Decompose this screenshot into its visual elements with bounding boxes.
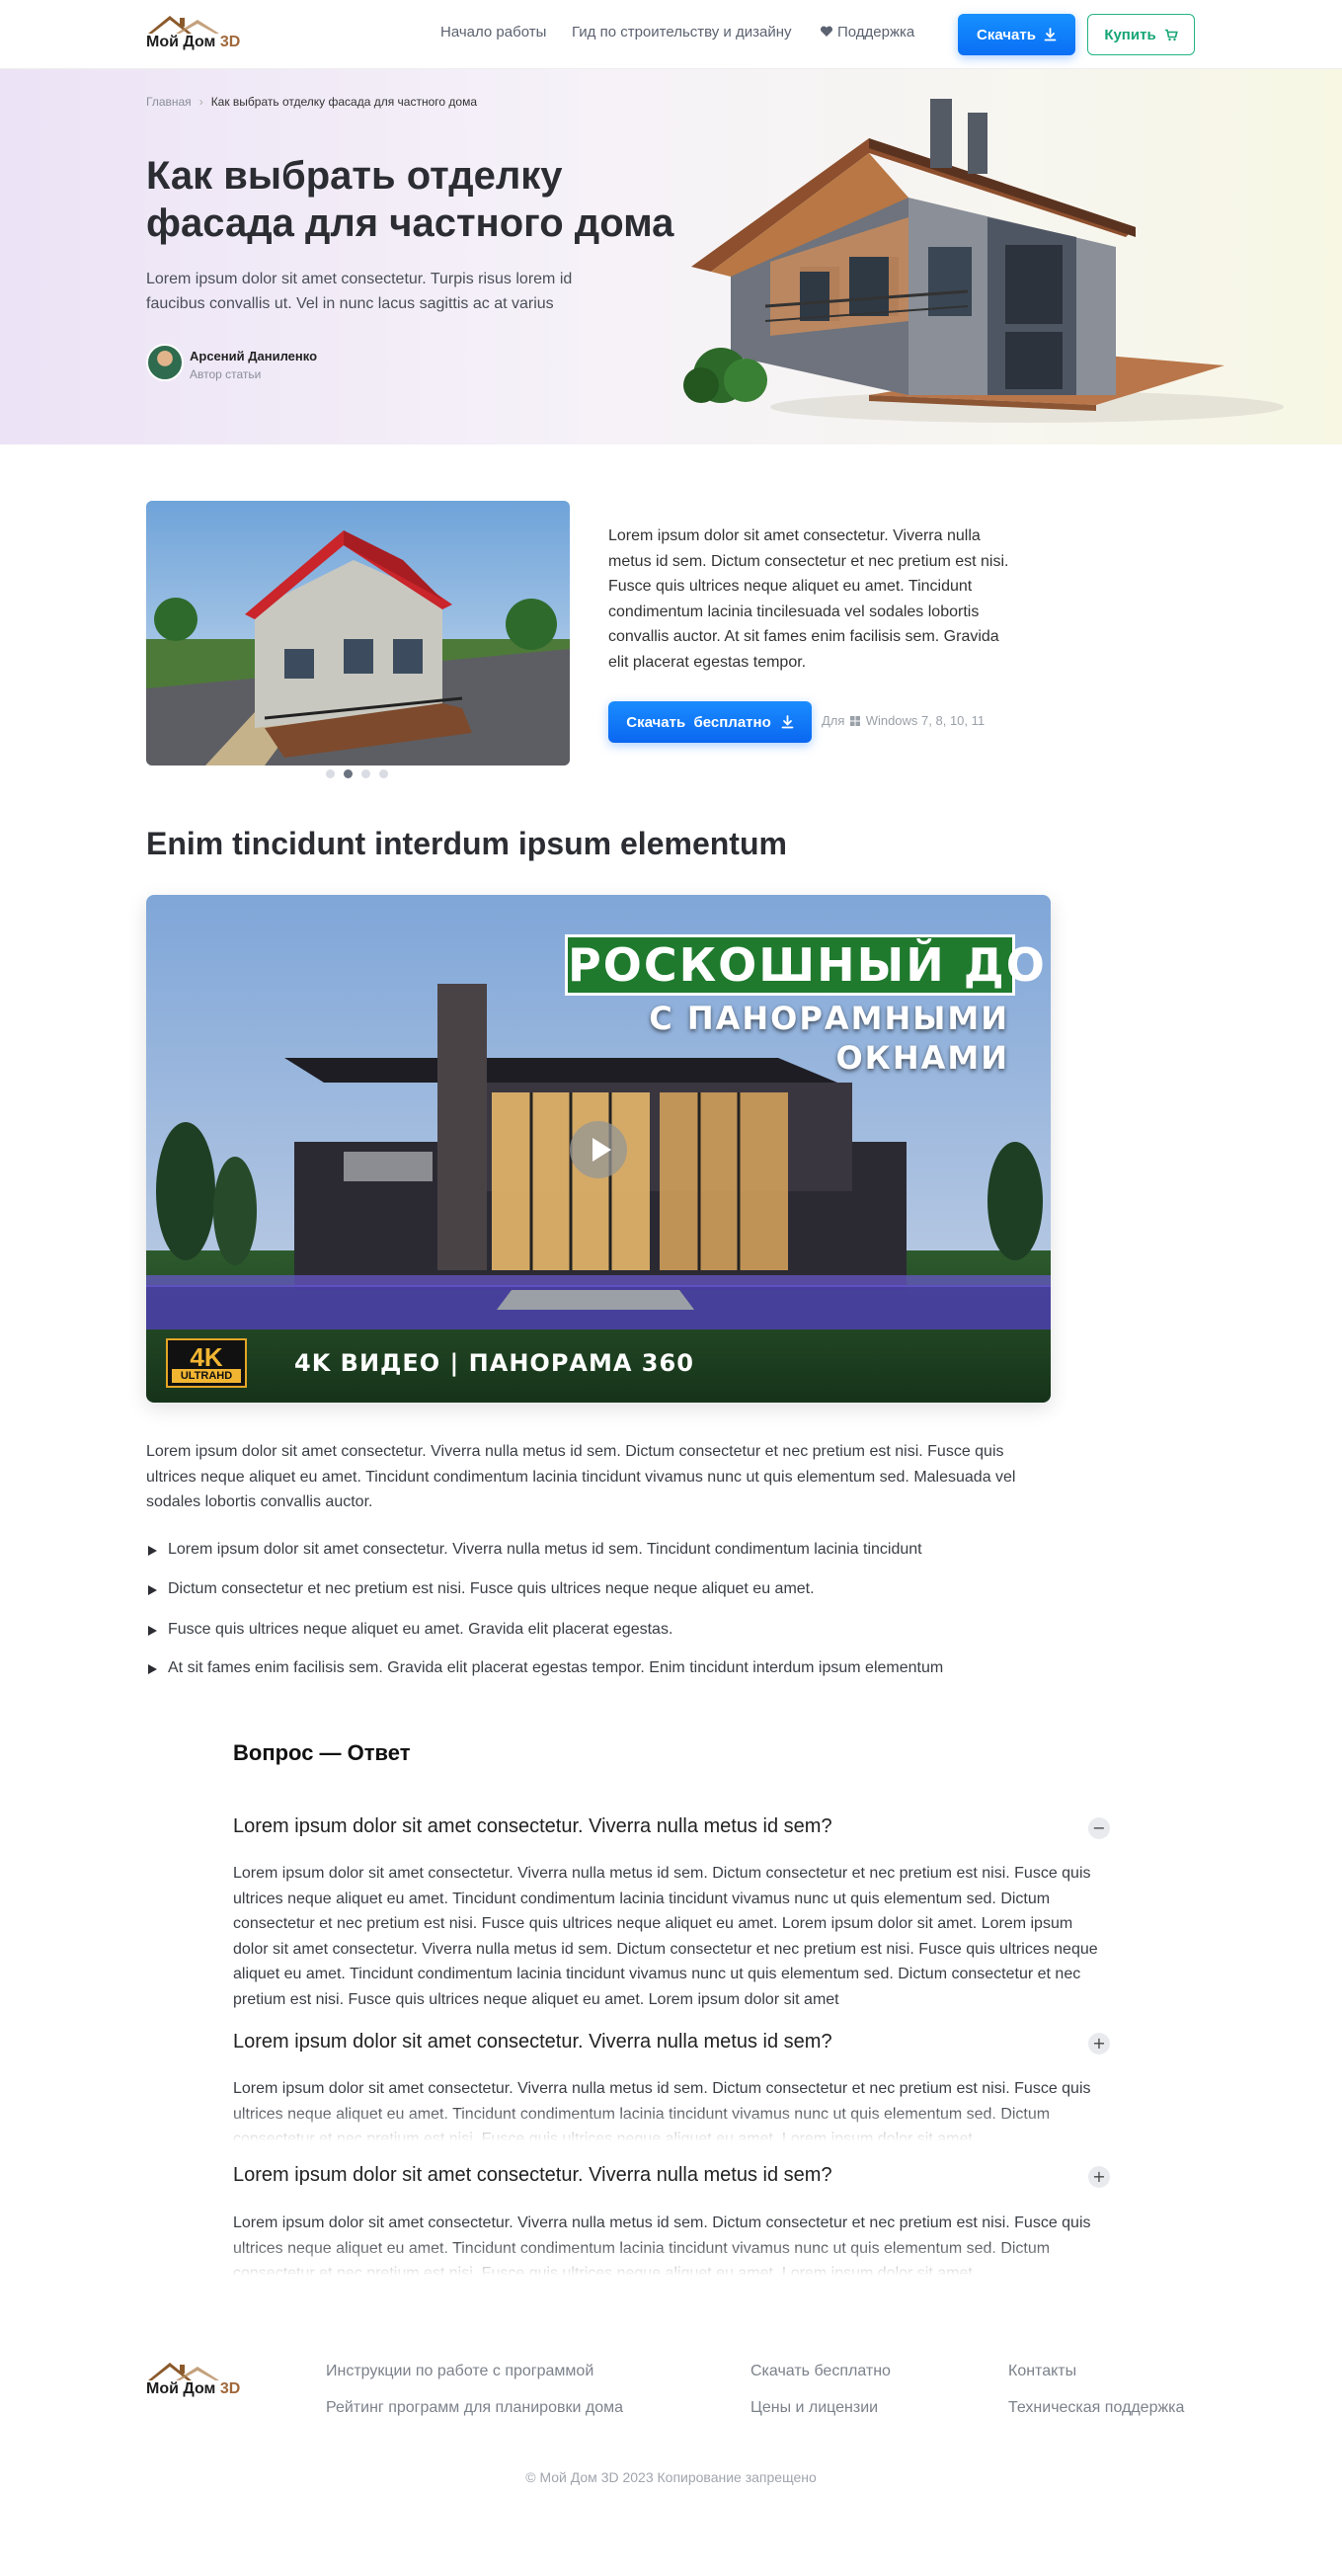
list-item-text: Lorem ipsum dolor sit amet consectetur. …: [168, 1541, 922, 1558]
download-icon: [1044, 28, 1057, 41]
download-icon: [781, 715, 794, 729]
faq-question-2[interactable]: Lorem ipsum dolor sit amet consectetur. …: [233, 2031, 1110, 2060]
faq-question-3[interactable]: Lorem ipsum dolor sit amet consectetur. …: [233, 2164, 1110, 2194]
faq-answer-text: Lorem ipsum dolor sit amet consectetur. …: [233, 2214, 1091, 2276]
author-role: Автор статьи: [190, 367, 262, 381]
nav-item-support-label: Поддержка: [837, 24, 915, 40]
hero-house-image: [683, 99, 1284, 423]
faq-answer-2: Lorem ipsum dolor sit amet consectetur. …: [233, 2076, 1110, 2141]
slider-dot-2[interactable]: [344, 769, 353, 778]
os-compat-note: Для Windows 7, 8, 10, 11: [822, 713, 985, 728]
buy-label: Купить: [1104, 26, 1156, 43]
slider-dot-3[interactable]: [361, 769, 370, 778]
faq-answer-1: Lorem ipsum dolor sit amet consectetur. …: [233, 1865, 1098, 2008]
author-avatar: [146, 344, 184, 381]
footer-link-instructions[interactable]: Инструкции по работе с программой: [326, 2363, 593, 2380]
footer-logo[interactable]: Мой Дом 3D: [146, 2361, 255, 2404]
heart-icon: [820, 26, 833, 37]
slider-dot-4[interactable]: [379, 769, 388, 778]
list-item-text: Fusce quis ultrices neque aliquet eu ame…: [168, 1621, 673, 1638]
breadcrumb-home[interactable]: Главная: [146, 95, 192, 109]
bullet-triangle-icon: [148, 1626, 157, 1636]
footer-link-download[interactable]: Скачать бесплатно: [750, 2363, 891, 2380]
nav-item-getting-started[interactable]: Начало работы: [440, 24, 546, 40]
intro-text: Lorem ipsum dolor sit amet consectetur. …: [608, 527, 1009, 671]
video-player[interactable]: РОСКОШНЫЙ ДОМ С ПАНОРАМНЫМИ ОКНАМИ 4K UL…: [146, 895, 1051, 1403]
chevron-right-icon: ›: [198, 95, 203, 109]
site-header: Мой Дом 3D Начало работы Гид по строител…: [0, 0, 1342, 69]
footer-brand-name: Мой Дом 3D: [146, 2380, 241, 2397]
video-subtitle-2: ОКНАМИ: [835, 1039, 1009, 1077]
header-buy-button[interactable]: Купить: [1087, 14, 1195, 55]
windows-icon: [850, 716, 861, 726]
house-roof-icon: [148, 2363, 219, 2380]
video-bottom-caption: 4K ВИДЕО | ПАНОРАМА 360: [294, 1349, 694, 1377]
video-title-badge: РОСКОШНЫЙ ДОМ: [565, 934, 1051, 996]
intro-slider-image[interactable]: [146, 501, 570, 765]
faq-title: Вопрос — Ответ: [233, 1740, 411, 1765]
breadcrumb: Главная › Как выбрать отделку фасада для ч…: [146, 95, 477, 109]
slider-dot-1[interactable]: [326, 769, 335, 778]
download-free-label: Скачать бесплатно: [626, 713, 771, 731]
header-download-button[interactable]: Скачать: [958, 14, 1075, 55]
footer-link-rating[interactable]: Рейтинг программ для планировки дома: [326, 2399, 623, 2417]
faq-answer-3: Lorem ipsum dolor sit amet consectetur. …: [233, 2211, 1110, 2276]
expand-icon[interactable]: +: [1088, 2033, 1110, 2054]
footer-link-contacts[interactable]: Контакты: [1008, 2363, 1076, 2380]
body-paragraph: Lorem ipsum dolor sit amet consectetur. …: [146, 1443, 1016, 1510]
cottage-image: [146, 501, 570, 765]
author-name: Арсений Даниленко: [190, 349, 318, 363]
play-button[interactable]: [570, 1121, 627, 1178]
faq-answer-text: Lorem ipsum dolor sit amet consectetur. …: [233, 2080, 1091, 2141]
footer-link-prices[interactable]: Цены и лицензии: [750, 2399, 878, 2417]
footer-link-support[interactable]: Техническая поддержка: [1008, 2399, 1184, 2417]
brand-logo[interactable]: Мой Дом 3D: [146, 14, 255, 57]
ultrahd-label: ULTRAHD: [172, 1369, 241, 1383]
list-item-text: Dictum consectetur et nec pretium est ni…: [168, 1580, 815, 1597]
faq-question-text: Lorem ipsum dolor sit amet consectetur. …: [233, 2031, 832, 2053]
collapse-icon[interactable]: −: [1088, 1817, 1110, 1839]
os-list: Windows 7, 8, 10, 11: [865, 713, 986, 728]
list-item-text: At sit fames enim facilisis sem. Gravida…: [168, 1659, 944, 1676]
expand-icon[interactable]: +: [1088, 2166, 1110, 2188]
hero-description: Lorem ipsum dolor sit amet consectetur. …: [146, 271, 573, 312]
page-title: Как выбрать отделку фасада для частного …: [146, 154, 674, 245]
faq-question-text: Lorem ipsum dolor sit amet consectetur. …: [233, 1815, 832, 1837]
hero-section: Главная › Как выбрать отделку фасада для ч…: [0, 69, 1342, 444]
brand-name: Мой Дом 3D: [146, 34, 241, 50]
video-subtitle-1: С ПАНОРАМНЫМИ: [649, 1000, 1009, 1037]
download-label: Скачать: [977, 26, 1036, 43]
4k-badge: 4K ULTRAHD: [166, 1338, 247, 1388]
download-free-button[interactable]: Скачать бесплатно: [608, 701, 812, 743]
nav-item-support[interactable]: Поддержка: [820, 24, 914, 40]
bullet-triangle-icon: [148, 1664, 157, 1674]
faq-question-1[interactable]: Lorem ipsum dolor sit amet consectetur. …: [233, 1815, 1110, 1845]
copyright: © Мой Дом 3D 2023 Копирование запрещено: [525, 2469, 817, 2485]
play-icon: [592, 1138, 611, 1162]
house-roof-icon: [148, 16, 219, 34]
cart-icon: [1164, 29, 1178, 40]
breadcrumb-current: Как выбрать отделку фасада для частного …: [210, 95, 477, 109]
os-prefix: Для: [822, 713, 845, 728]
bullet-triangle-icon: [148, 1546, 157, 1556]
bullet-triangle-icon: [148, 1585, 157, 1595]
section-title: Enim tincidunt interdum ipsum elementum: [146, 826, 787, 861]
nav-item-guide[interactable]: Гид по строительству и дизайну: [572, 24, 792, 40]
faq-question-text: Lorem ipsum dolor sit amet consectetur. …: [233, 2164, 832, 2186]
